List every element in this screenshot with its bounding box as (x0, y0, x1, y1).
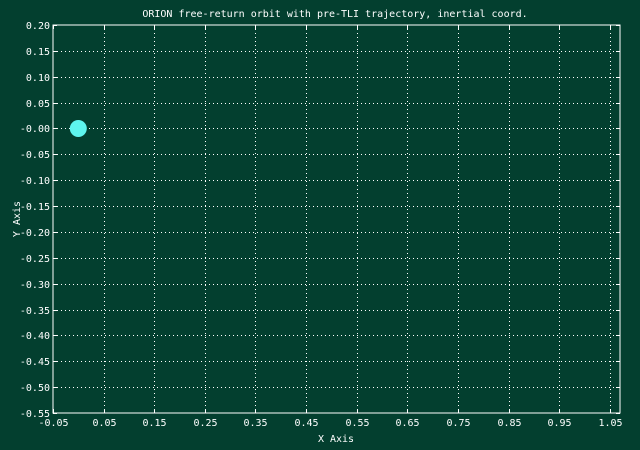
chart-window: ORION free-return orbit with pre-TLI tra… (0, 0, 640, 450)
x-tick-label: 0.15 (142, 418, 166, 429)
y-tick-label: -0.15 (20, 202, 50, 213)
orbit-plot: ORION free-return orbit with pre-TLI tra… (12, 9, 623, 445)
y-tick-label: -0.50 (20, 383, 50, 394)
earth-marker (69, 119, 87, 137)
y-tick-label: 0.15 (26, 47, 50, 58)
y-axis-ticks: 0.20 0.15 0.10 0.05 -0.00 -0.05 -0.10 -0.15 -0.2… (20, 21, 620, 420)
y-tick-label: -0.55 (20, 409, 50, 420)
x-axis-label: X Axis (318, 434, 354, 445)
grid-lines (53, 25, 620, 413)
data-points (69, 119, 87, 137)
x-tick-label: 0.45 (294, 418, 318, 429)
y-tick-label: -0.40 (20, 331, 50, 342)
x-tick-label: 0.95 (547, 418, 571, 429)
x-tick-label: 1.05 (598, 418, 622, 429)
y-tick-label: -0.05 (20, 150, 50, 161)
x-tick-label: 0.75 (446, 418, 470, 429)
y-tick-label: 0.05 (26, 99, 50, 110)
y-tick-label: -0.00 (20, 124, 50, 135)
x-tick-label: 0.85 (497, 418, 521, 429)
chart-title: ORION free-return orbit with pre-TLI tra… (142, 9, 527, 20)
x-tick-label: 0.55 (345, 418, 369, 429)
x-tick-label: 0.65 (395, 418, 419, 429)
x-tick-label: 0.05 (92, 418, 116, 429)
y-tick-label: -0.45 (20, 357, 50, 368)
y-tick-label: -0.30 (20, 280, 50, 291)
y-tick-label: -0.35 (20, 306, 50, 317)
y-tick-label: 0.20 (26, 21, 50, 32)
y-tick-label: -0.10 (20, 176, 50, 187)
y-tick-label: 0.10 (26, 73, 50, 84)
y-tick-label: -0.25 (20, 254, 50, 265)
y-tick-label: -0.20 (20, 228, 50, 239)
plot-frame (52, 24, 621, 414)
x-axis-ticks: -0.05 0.05 0.15 0.25 0.35 0.45 0.55 0.65 0.75 0.8… (38, 25, 623, 429)
x-tick-label: 0.25 (193, 418, 217, 429)
y-axis-label: Y Axis (12, 201, 23, 237)
x-tick-label: 0.35 (243, 418, 267, 429)
